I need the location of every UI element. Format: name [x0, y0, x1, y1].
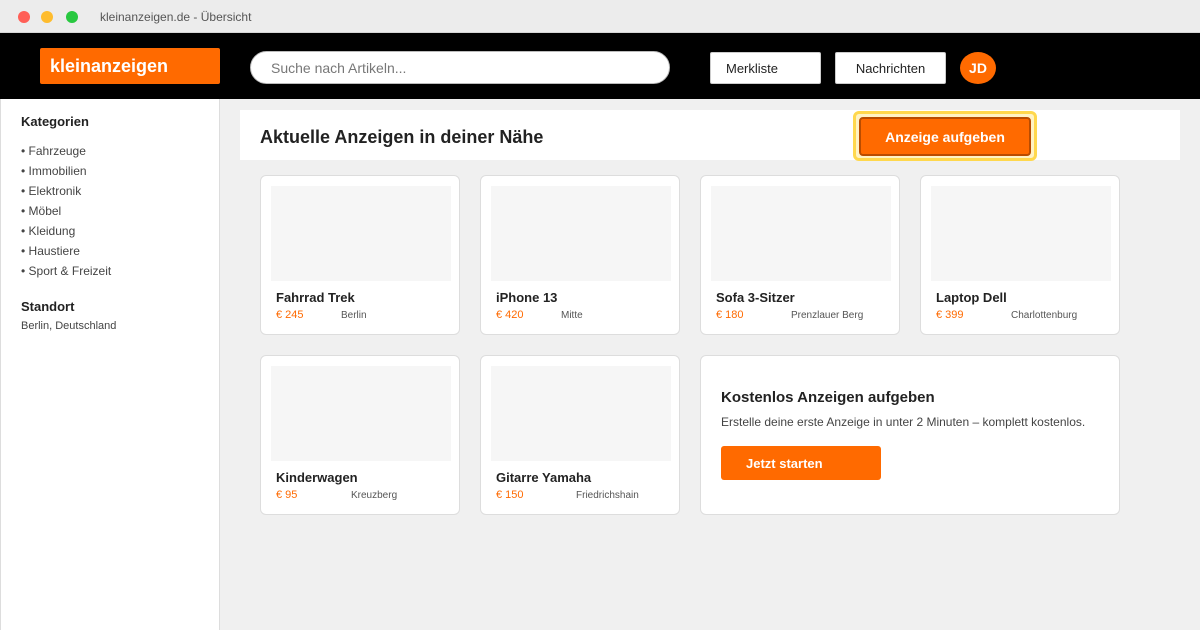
listing-price: € 180 [716, 309, 744, 321]
top-header: kleinanzeigen Merkliste Nachrichten JD [0, 33, 1200, 99]
listing-price: € 399 [936, 309, 964, 321]
listing-location: Charlottenburg [1011, 310, 1078, 321]
listing-title: Sofa 3-Sitzer [716, 290, 795, 305]
window-titlebar: kleinanzeigen.de - Übersicht [0, 0, 1200, 33]
minimize-window-button[interactable] [41, 11, 53, 23]
category-item-fahrzeuge[interactable]: • Fahrzeuge [21, 144, 111, 164]
promo-text: Erstelle deine erste Anzeige in unter 2 … [721, 415, 1086, 429]
listing-card[interactable]: Fahrrad Trek € 245 Berlin [260, 175, 460, 335]
categories-heading: Kategorien [21, 114, 89, 129]
listing-title: Fahrrad Trek [276, 290, 355, 305]
watchlist-button[interactable]: Merkliste [710, 52, 821, 84]
listing-image [491, 186, 671, 281]
location-heading: Standort [21, 299, 75, 314]
listing-price: € 420 [496, 309, 524, 321]
listing-location: Berlin [341, 310, 367, 321]
listing-card[interactable]: Kinderwagen € 95 Kreuzberg [260, 355, 460, 515]
listing-price: € 150 [496, 489, 524, 501]
promo-card: Kostenlos Anzeigen aufgeben Erstelle dei… [700, 355, 1120, 515]
post-ad-button[interactable]: Anzeige aufgeben [859, 117, 1031, 156]
listing-card[interactable]: iPhone 13 € 420 Mitte [480, 175, 680, 335]
location-value: Berlin, Deutschland [21, 320, 117, 332]
page-header: Aktuelle Anzeigen in deiner Nähe [240, 110, 1180, 160]
window-title: kleinanzeigen.de - Übersicht [100, 10, 252, 24]
brand-logo[interactable]: kleinanzeigen [40, 48, 220, 84]
sidebar: Kategorien • Fahrzeuge • Immobilien • El… [0, 99, 220, 630]
listing-location: Friedrichshain [576, 490, 639, 501]
close-window-button[interactable] [18, 11, 30, 23]
listing-title: Gitarre Yamaha [496, 470, 592, 485]
listing-price: € 95 [276, 489, 298, 501]
category-item-moebel[interactable]: • Möbel [21, 204, 111, 224]
user-avatar[interactable]: JD [960, 52, 996, 84]
category-item-kleidung[interactable]: • Kleidung [21, 224, 111, 244]
listing-image [271, 186, 451, 281]
listing-image [711, 186, 891, 281]
listing-location: Mitte [561, 310, 583, 321]
get-started-button[interactable]: Jetzt starten [721, 446, 881, 480]
listing-image [491, 366, 671, 461]
listing-location: Prenzlauer Berg [791, 310, 864, 321]
listing-image [271, 366, 451, 461]
category-item-elektronik[interactable]: • Elektronik [21, 184, 111, 204]
listing-price: € 245 [276, 309, 304, 321]
listing-image [931, 186, 1111, 281]
search-input[interactable] [250, 51, 670, 84]
page-title: Aktuelle Anzeigen in deiner Nähe [260, 127, 544, 147]
category-list: • Fahrzeuge • Immobilien • Elektronik • … [21, 144, 111, 284]
category-item-sport-freizeit[interactable]: • Sport & Freizeit [21, 264, 111, 284]
category-item-haustiere[interactable]: • Haustiere [21, 244, 111, 264]
listing-card[interactable]: Gitarre Yamaha € 150 Friedrichshain [480, 355, 680, 515]
maximize-window-button[interactable] [66, 11, 78, 23]
listing-card[interactable]: Sofa 3-Sitzer € 180 Prenzlauer Berg [700, 175, 900, 335]
listing-card[interactable]: Laptop Dell € 399 Charlottenburg [920, 175, 1120, 335]
promo-title: Kostenlos Anzeigen aufgeben [721, 389, 935, 406]
listing-title: iPhone 13 [496, 290, 558, 305]
listing-location: Kreuzberg [351, 490, 398, 501]
listing-title: Kinderwagen [276, 470, 358, 485]
messages-button[interactable]: Nachrichten [835, 52, 946, 84]
category-item-immobilien[interactable]: • Immobilien [21, 164, 111, 184]
listing-title: Laptop Dell [936, 290, 1007, 305]
